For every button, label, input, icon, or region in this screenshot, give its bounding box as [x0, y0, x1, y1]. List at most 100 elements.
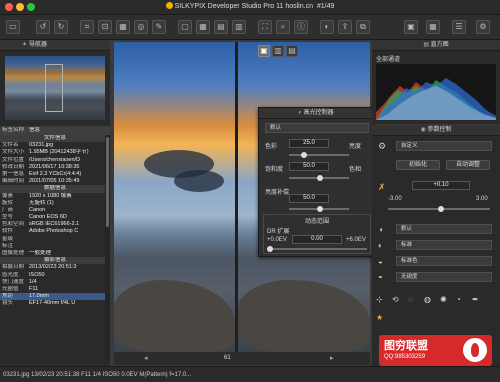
- info-row[interactable]: 快门速度 1/4: [0, 279, 110, 286]
- info-row-value: 2021/06/17 10:38:35: [29, 163, 80, 170]
- prev-arrow-icon[interactable]: ◂: [144, 354, 148, 362]
- info-row[interactable]: 第一信息 Exif 2.3 YCbCr(4:4:4): [0, 171, 110, 178]
- brightness-slider-thumb[interactable]: [317, 206, 323, 212]
- develop-icon[interactable]: ◐: [320, 20, 334, 34]
- fullscreen-icon[interactable]: ⛶: [258, 20, 272, 34]
- next-arrow-icon[interactable]: ▸: [330, 354, 334, 362]
- info-row[interactable]: 标注: [0, 243, 110, 250]
- info-row[interactable]: 感光度 ISO50: [0, 272, 110, 279]
- info-scrollbar-thumb[interactable]: [106, 137, 109, 227]
- info-row[interactable]: 修改日期 2021/06/17 10:38:35: [0, 164, 110, 171]
- panel-toggle-icon[interactable]: ▣: [404, 20, 418, 34]
- view-grid-icon[interactable]: ▦: [196, 20, 210, 34]
- info-row-label: 镜头: [2, 300, 14, 307]
- info-row[interactable]: 色彩空间 sRGB IEC61966-2.1: [0, 221, 110, 228]
- info-row[interactable]: 厂商 Canon: [0, 207, 110, 214]
- lens-tool-icon[interactable]: ◍: [424, 295, 431, 304]
- info-row[interactable]: 图像处理 一般处理: [0, 250, 110, 257]
- tone-dropdown[interactable]: 标准: [396, 240, 492, 250]
- param-preset-dropdown[interactable]: 自定义: [396, 141, 492, 151]
- exposure-min-label: -3.00: [388, 196, 402, 202]
- exposure-slider-thumb[interactable]: [438, 206, 444, 212]
- grid-icon[interactable]: ▦: [116, 20, 130, 34]
- view-compare-icon[interactable]: ▥: [232, 20, 246, 34]
- info-row[interactable]: 星级: [0, 236, 110, 243]
- initialize-button[interactable]: 初始化: [396, 160, 440, 170]
- info-row[interactable]: 光圈值 F11: [0, 286, 110, 293]
- settings-icon[interactable]: ⚙: [476, 20, 490, 34]
- navigator-viewport-box[interactable]: [45, 64, 63, 112]
- auto-adjust-button[interactable]: 自动调整: [446, 160, 490, 170]
- split-view-icon[interactable]: ▥: [272, 45, 284, 57]
- gear-icon[interactable]: ⚙: [378, 141, 386, 152]
- info-row[interactable]: 拍摄日期 2013/02/23 20:51:3: [0, 264, 110, 271]
- saturation-value-field[interactable]: 50.0: [289, 162, 329, 171]
- color-slider[interactable]: [289, 152, 349, 158]
- info-icon[interactable]: ⓘ: [294, 20, 308, 34]
- watermark-logo-icon: [463, 338, 487, 362]
- info-row[interactable]: 旋转 无旋转 (1): [0, 200, 110, 207]
- info-row-value: sRGB IEC61966-2.1: [29, 221, 80, 228]
- brightness-value-field[interactable]: 50.0: [289, 194, 329, 203]
- info-row[interactable]: 文件位置/Users/chenxiaoen/D: [0, 157, 110, 164]
- info-row[interactable]: 编辑时间 2021/07/05 10:35:49: [0, 178, 110, 185]
- spot-icon[interactable]: ◎: [134, 20, 148, 34]
- navigator-thumbnail[interactable]: [5, 56, 105, 120]
- exposure-value-field[interactable]: +0.10: [412, 181, 470, 190]
- color-value-field[interactable]: 25.0: [289, 139, 329, 148]
- dr-slider-thumb[interactable]: [267, 246, 273, 252]
- navigator-panel: ✦ 导航器: [0, 40, 110, 126]
- fine-color-icon[interactable]: ✺: [440, 295, 447, 304]
- highlight-preset-dropdown[interactable]: 默认: [265, 123, 369, 133]
- info-row[interactable]: 文件大小 1.95MB (20412438字节): [0, 149, 110, 156]
- color-slider-thumb[interactable]: [301, 152, 307, 158]
- view-single-icon[interactable]: ▢: [178, 20, 192, 34]
- crop-icon[interactable]: ⌗: [80, 20, 94, 34]
- info-row[interactable]: 像素 1920 x 1080 像素: [0, 193, 110, 200]
- sliders-icon[interactable]: ☰: [452, 20, 466, 34]
- single-view-icon[interactable]: ▣: [258, 45, 270, 57]
- compare-view-icon[interactable]: ▤: [286, 45, 298, 57]
- info-row-label: 旋转: [2, 199, 14, 206]
- status-bar: 03231.jpg 13/02/23 20:51:38 F11 1/4 ISO5…: [0, 366, 500, 382]
- white-balance-dropdown[interactable]: 默认: [396, 224, 492, 234]
- pipette-icon[interactable]: ✒: [472, 295, 479, 304]
- info-row[interactable]: 型号 Canon EOS 6D: [0, 214, 110, 221]
- info-row-label: 编辑时间: [2, 178, 25, 185]
- saturation-slider-thumb[interactable]: [317, 175, 323, 181]
- brush-icon[interactable]: ✎: [152, 20, 166, 34]
- tone-icon: ◐: [378, 241, 383, 250]
- info-row[interactable]: 文件名 03231.jpg: [0, 142, 110, 149]
- dr-value-field[interactable]: 0.00: [292, 235, 342, 244]
- color-mode-dropdown[interactable]: 标准色: [396, 256, 492, 266]
- batch-icon[interactable]: ⧉: [356, 20, 370, 34]
- info-row[interactable]: 软件 Adobe Photoshop C: [0, 228, 110, 235]
- lock-icon[interactable]: ▭: [6, 20, 20, 34]
- info-row[interactable]: 焦距 17.0mm: [0, 293, 110, 301]
- layout-icon[interactable]: ▦: [426, 20, 440, 34]
- star-icon[interactable]: ★: [376, 313, 383, 322]
- histogram-icon: ▤: [423, 42, 429, 48]
- straighten-icon[interactable]: ⊡: [98, 20, 112, 34]
- info-scrollbar[interactable]: [105, 135, 110, 360]
- info-row-value: 1/4: [29, 278, 37, 285]
- histogram-channel[interactable]: 全部通道: [376, 54, 400, 63]
- export-icon[interactable]: ⇪: [338, 20, 352, 34]
- rotate-tool-icon[interactable]: ⟲: [392, 295, 399, 304]
- saturation-slider[interactable]: [289, 175, 349, 181]
- vignette-icon[interactable]: ◔: [456, 295, 461, 304]
- rotate-right-icon[interactable]: ↻: [54, 20, 68, 34]
- noise-tool-icon[interactable]: ◌: [408, 295, 413, 304]
- dr-slider[interactable]: [267, 246, 367, 252]
- sharpness-dropdown[interactable]: 无锐度: [396, 272, 492, 282]
- view-thumbs-icon[interactable]: ▤: [214, 20, 228, 34]
- info-row[interactable]: 镜头 EF17-40mm f/4L U: [0, 300, 110, 307]
- crop-tool-icon[interactable]: ⊹: [376, 295, 383, 304]
- rotate-left-icon[interactable]: ↺: [36, 20, 50, 34]
- info-row-value: 无旋转 (1): [29, 199, 54, 206]
- exposure-slider[interactable]: [388, 206, 490, 212]
- before-image[interactable]: [114, 42, 235, 352]
- brightness-slider[interactable]: [289, 206, 349, 212]
- image-cloud: [174, 170, 224, 192]
- loupe-icon[interactable]: ⌕: [276, 20, 290, 34]
